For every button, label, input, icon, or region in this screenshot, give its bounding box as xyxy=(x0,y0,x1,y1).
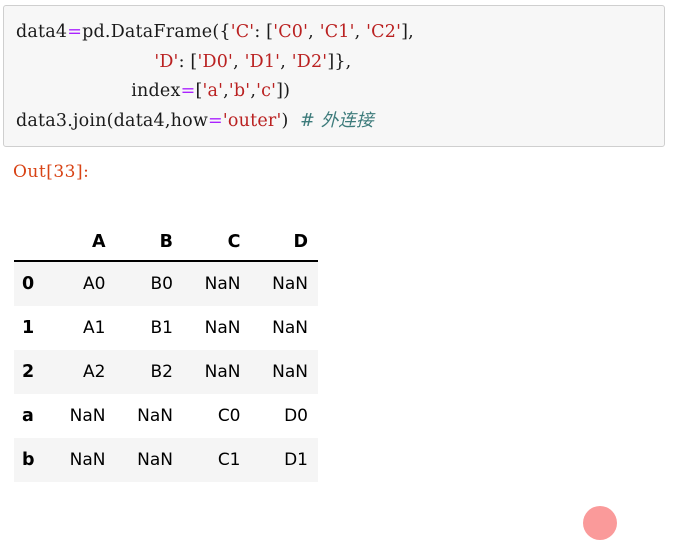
cell-c: C1 xyxy=(217,450,241,470)
code-token-plain: , xyxy=(354,22,367,42)
table-row: b NaN NaN C1 D1 xyxy=(14,438,318,482)
code-token-plain: ], xyxy=(401,22,414,42)
row-index-cell: 2 xyxy=(22,362,35,382)
code-token-str: 'C' xyxy=(230,22,255,42)
code-token-str: 'D' xyxy=(154,51,179,72)
code-token-op: = xyxy=(180,81,196,101)
cell-b: B2 xyxy=(150,362,173,382)
cell-a: A2 xyxy=(83,362,106,382)
cell-d: NaN xyxy=(272,318,308,338)
code-token-com: # 外连接 xyxy=(300,110,374,131)
code-token-plain: , xyxy=(233,51,245,72)
row-index-cell: 1 xyxy=(22,318,35,338)
code-token-plain: : [ xyxy=(254,22,274,42)
code-token-str: 'C1' xyxy=(319,22,355,42)
output-prompt-label: Out[33]: xyxy=(13,162,90,182)
cell-c: NaN xyxy=(204,274,241,294)
code-token-str: 'C2' xyxy=(366,22,402,42)
cell-b: B1 xyxy=(150,318,173,338)
cell-c: C0 xyxy=(217,406,241,426)
code-token-plain: pd.DataFrame({ xyxy=(82,22,231,42)
code-token-plain: index xyxy=(16,81,181,101)
cell-d: D1 xyxy=(284,450,308,470)
column-header-a: A xyxy=(48,232,116,262)
code-token-plain: ]) xyxy=(276,81,291,101)
code-source-text[interactable]: data4=pd.DataFrame({'C': ['C0', 'C1', 'C… xyxy=(16,18,414,136)
code-token-plain: ]}, xyxy=(327,51,352,72)
code-token-str: 'D0' xyxy=(197,51,234,72)
cell-c: NaN xyxy=(204,362,241,382)
code-token-op: = xyxy=(67,22,83,42)
code-token-str: 'outer' xyxy=(222,110,282,131)
cell-b: B0 xyxy=(150,274,173,294)
code-token-plain: data3.join(data4,how xyxy=(16,110,209,131)
table-corner-header xyxy=(14,232,48,262)
cell-b: NaN xyxy=(137,450,173,470)
row-index-cell: 0 xyxy=(22,274,35,294)
code-token-str: 'D2' xyxy=(291,51,328,72)
table-header-row: A B C D xyxy=(14,232,318,262)
table-body: 0 A0 B0 NaN NaN 1 A1 B1 NaN NaN 2 A2 B2 NaN NaN a NaN NaN… xyxy=(14,261,318,482)
code-token-plain: , xyxy=(308,22,320,42)
code-token-str: 'C0' xyxy=(273,22,309,42)
table-row: 0 A0 B0 NaN NaN xyxy=(14,261,318,306)
code-token-plain: ) xyxy=(281,110,301,131)
column-header-b: B xyxy=(115,232,183,262)
code-token-plain: , xyxy=(280,51,292,72)
cell-c: NaN xyxy=(204,318,241,338)
cell-a: A0 xyxy=(83,274,106,294)
code-token-str: 'D1' xyxy=(244,51,281,72)
row-index-cell: a xyxy=(22,406,34,426)
dataframe-output-table: A B C D 0 A0 B0 NaN NaN 1 A1 B1 NaN NaN 2 A2 B2 NaN Na… xyxy=(14,232,318,482)
code-token-plain: data4 xyxy=(16,22,68,42)
cell-d: D0 xyxy=(284,406,308,426)
code-token-plain: : [ xyxy=(178,51,198,72)
cell-a: A1 xyxy=(83,318,106,338)
table-row: a NaN NaN C0 D0 xyxy=(14,394,318,438)
cell-b: NaN xyxy=(137,406,173,426)
code-token-str: 'c' xyxy=(256,81,277,101)
code-token-str: 'a' xyxy=(202,81,224,101)
table-row: 1 A1 B1 NaN NaN xyxy=(14,306,318,350)
cell-a: NaN xyxy=(69,450,106,470)
code-input-cell[interactable]: data4=pd.DataFrame({'C': ['C0', 'C1', 'C… xyxy=(3,5,665,147)
decorative-circle-shape xyxy=(583,506,617,540)
cell-d: NaN xyxy=(272,274,308,294)
column-header-d: D xyxy=(250,232,318,262)
cell-a: NaN xyxy=(69,406,106,426)
code-token-str: 'b' xyxy=(228,81,251,101)
code-token-op: = xyxy=(208,110,223,131)
table-header: A B C D xyxy=(14,232,318,262)
row-index-cell: b xyxy=(22,450,35,470)
table-row: 2 A2 B2 NaN NaN xyxy=(14,350,318,394)
cell-d: NaN xyxy=(272,362,308,382)
column-header-c: C xyxy=(183,232,251,262)
